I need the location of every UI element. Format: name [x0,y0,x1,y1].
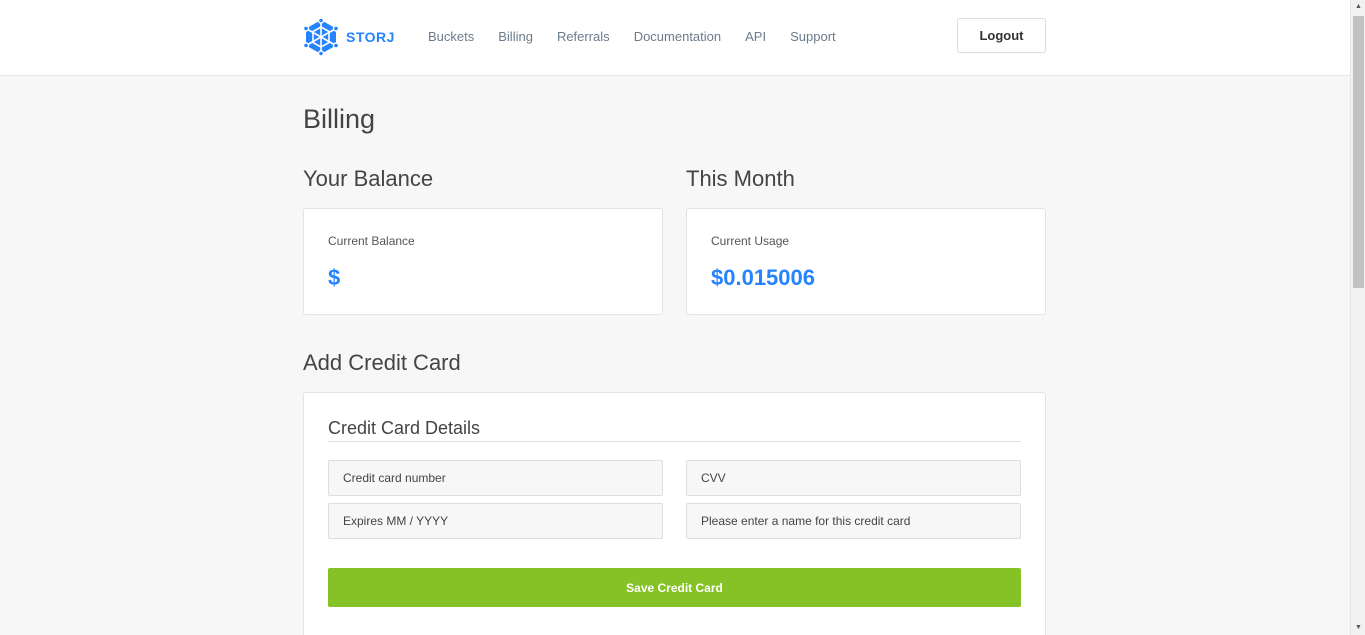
arrow-down-icon[interactable]: ▼ [1351,621,1365,635]
nav-link-api[interactable]: API [745,29,766,45]
nav-link-support[interactable]: Support [790,29,836,45]
app-viewport: STORJ Buckets Billing Referrals Document… [0,0,1350,635]
credit-card-form: Credit Card Details Save Credit Card [303,392,1046,635]
cvv-input[interactable] [686,460,1021,496]
scrollbar-thumb[interactable] [1353,16,1364,288]
usage-value: $0.015006 [711,265,815,290]
page-scrollbar[interactable]: ▲ ▼ [1350,0,1365,635]
expiry-input[interactable] [328,503,663,539]
nav-link-buckets[interactable]: Buckets [428,29,474,45]
usage-card: Current Usage $0.015006 [686,208,1046,315]
nav-link-billing[interactable]: Billing [498,29,533,45]
storj-logo-icon [303,18,339,56]
credit-card-details-title: Credit Card Details [328,418,1021,442]
top-navbar: STORJ Buckets Billing Referrals Document… [0,0,1350,76]
logout-button[interactable]: Logout [957,18,1046,53]
main-nav: Buckets Billing Referrals Documentation … [428,29,860,45]
logo-text: STORJ [346,29,395,45]
month-heading: This Month [686,166,795,191]
balance-label: Current Balance [328,234,415,248]
add-credit-card-heading: Add Credit Card [303,350,461,375]
nav-link-referrals[interactable]: Referrals [557,29,610,45]
balance-value: $ [328,265,341,290]
page-title: Billing [303,104,376,134]
save-credit-card-button[interactable]: Save Credit Card [328,568,1021,607]
card-name-input[interactable] [686,503,1021,539]
nav-link-documentation[interactable]: Documentation [634,29,721,45]
card-number-input[interactable] [328,460,663,496]
balance-heading: Your Balance [303,166,434,191]
balance-card: Current Balance $ [303,208,663,315]
usage-label: Current Usage [711,234,790,248]
arrow-up-icon[interactable]: ▲ [1351,0,1365,14]
logo-link[interactable]: STORJ [303,18,395,56]
